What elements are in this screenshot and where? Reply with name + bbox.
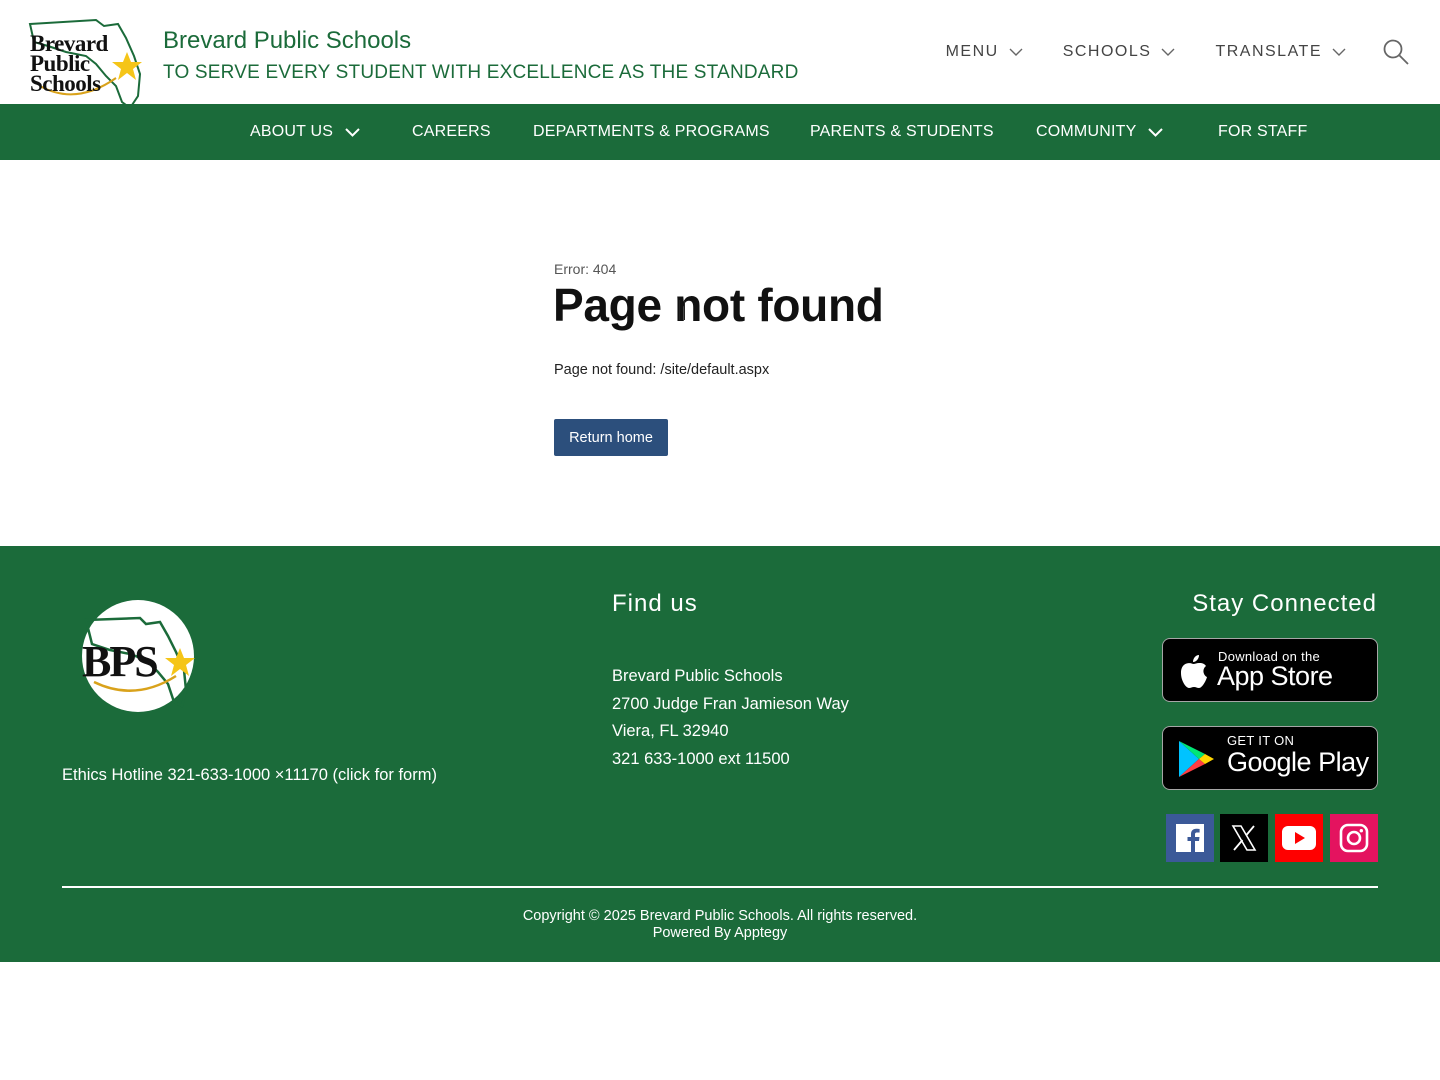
- nav-label: PARENTS & STUDENTS: [810, 123, 994, 140]
- nav-item-community[interactable]: COMMUNITY: [1036, 104, 1164, 160]
- copyright-text: Copyright © 2025 Brevard Public Schools.…: [522, 908, 918, 924]
- bps-wordmark: BPS: [82, 637, 159, 686]
- schools-label: SCHOOLS: [1062, 43, 1152, 60]
- instagram-icon: [1339, 823, 1369, 853]
- menu-dropdown[interactable]: MENU: [946, 43, 1023, 61]
- powered-by-link[interactable]: Powered By Apptegy: [0, 925, 1440, 942]
- nav-item-for-staff[interactable]: FOR STAFF: [1218, 104, 1308, 160]
- footer-divider: [62, 886, 1378, 888]
- chevron-down-icon: [1332, 48, 1346, 56]
- youtube-link[interactable]: [1275, 814, 1323, 862]
- nav-item-careers[interactable]: CAREERS: [412, 104, 491, 160]
- translate-label: TRANSLATE: [1215, 43, 1322, 60]
- facebook-icon: [1176, 824, 1204, 852]
- error-message: Page not found: /site/default.aspx: [554, 362, 770, 378]
- main-nav: ABOUT US CAREERS DEPARTMENTS & PROGRAMS …: [0, 104, 1440, 160]
- apple-icon: [1181, 655, 1207, 688]
- address-phone[interactable]: 321 633-1000 ext 11500: [612, 746, 849, 774]
- stay-connected-heading: Stay Connected: [1192, 590, 1377, 617]
- error-code: Error: 404: [554, 261, 617, 277]
- youtube-icon: [1282, 826, 1316, 850]
- return-home-button[interactable]: Return home: [554, 419, 668, 456]
- app-store-big-text: App Store: [1217, 661, 1333, 691]
- chevron-down-icon: [345, 127, 360, 137]
- district-address: Brevard Public Schools 2700 Judge Fran J…: [612, 663, 849, 773]
- google-play-icon: [1179, 741, 1214, 777]
- nav-item-about-us[interactable]: ABOUT US: [250, 104, 360, 160]
- translate-dropdown[interactable]: TRANSLATE: [1215, 43, 1346, 61]
- site-tagline: TO SERVE EVERY STUDENT WITH EXCELLENCE A…: [163, 62, 799, 83]
- utility-nav: MENU SCHOOLS TRANSLATE: [906, 38, 1410, 66]
- nav-label: COMMUNITY: [1036, 123, 1137, 140]
- address-city: Viera, FL 32940: [612, 722, 729, 740]
- x-twitter-link[interactable]: [1220, 814, 1268, 862]
- google-play-big-text: Google Play: [1227, 747, 1369, 777]
- nav-label: FOR STAFF: [1218, 123, 1308, 140]
- nav-item-parents-students[interactable]: PARENTS & STUDENTS: [810, 104, 994, 160]
- text-cursor-icon: [679, 300, 685, 320]
- menu-label: MENU: [945, 43, 999, 60]
- address-name: Brevard Public Schools: [612, 667, 783, 685]
- find-us-heading: Find us: [612, 590, 698, 617]
- nav-item-departments-programs[interactable]: DEPARTMENTS & PROGRAMS: [533, 104, 770, 160]
- google-play-button[interactable]: GET IT ON Google Play: [1162, 726, 1378, 790]
- site-header: Brevard Public Schools Brevard Public Sc…: [0, 0, 1440, 110]
- address-street: 2700 Judge Fran Jamieson Way: [612, 694, 849, 713]
- facebook-link[interactable]: [1166, 814, 1214, 862]
- site-title[interactable]: Brevard Public Schools: [163, 27, 411, 55]
- schools-dropdown[interactable]: SCHOOLS: [1063, 43, 1176, 61]
- copyright-block: Copyright © 2025 Brevard Public Schools.…: [0, 908, 1440, 942]
- nav-label: CAREERS: [412, 123, 491, 140]
- bps-logo[interactable]: BPS: [80, 598, 200, 713]
- instagram-link[interactable]: [1330, 814, 1378, 862]
- logo-wordmark: Brevard Public Schools: [30, 31, 108, 96]
- google-play-small-text: GET IT ON: [1227, 733, 1295, 748]
- x-icon: [1231, 825, 1257, 851]
- site-footer: BPS Ethics Hotline 321-633-1000 ×11170 (…: [0, 546, 1440, 962]
- page-title: Page not found: [553, 279, 884, 331]
- chevron-down-icon: [1161, 48, 1175, 56]
- nav-label: DEPARTMENTS & PROGRAMS: [533, 123, 770, 140]
- search-icon[interactable]: [1382, 38, 1410, 66]
- district-logo[interactable]: Brevard Public Schools: [26, 16, 146, 110]
- chevron-down-icon: [1148, 127, 1164, 137]
- ethics-hotline-link[interactable]: Ethics Hotline 321-633-1000 ×11170 (clic…: [62, 766, 437, 785]
- nav-label: ABOUT US: [250, 123, 334, 140]
- chevron-down-icon: [1009, 48, 1023, 56]
- app-store-button[interactable]: Download on the App Store: [1162, 638, 1378, 702]
